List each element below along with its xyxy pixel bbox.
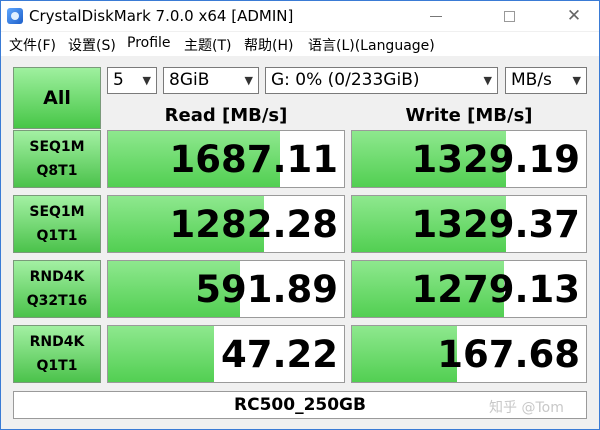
size-select[interactable]: 8GiB ▼ bbox=[163, 67, 259, 94]
read-value: 1282.28 bbox=[169, 203, 338, 246]
unit-value: MB/s bbox=[511, 70, 552, 90]
test-rnd4k-q32t16-button[interactable]: RND4K Q32T16 bbox=[13, 260, 101, 318]
write-value: 1279.13 bbox=[411, 268, 580, 311]
drive-value: G: 0% (0/233GiB) bbox=[271, 70, 420, 90]
main-panel: All 5 ▼ 8GiB ▼ G: 0% (0/233GiB) ▼ MB/s ▼… bbox=[1, 57, 599, 429]
minimize-button[interactable] bbox=[413, 1, 459, 31]
close-button[interactable]: ✕ bbox=[551, 1, 597, 31]
test-seq1m-q1t1-button[interactable]: SEQ1M Q1T1 bbox=[13, 195, 101, 253]
count-select[interactable]: 5 ▼ bbox=[107, 67, 157, 94]
write-header: Write [MB/s] bbox=[405, 105, 533, 126]
test-queue: Q1T1 bbox=[36, 358, 78, 374]
app-window: CrystalDiskMark 7.0.0 x64 [ADMIN] ✕ 文件(F… bbox=[0, 0, 600, 430]
chevron-down-icon: ▼ bbox=[244, 74, 253, 87]
test-queue: Q32T16 bbox=[26, 293, 88, 309]
write-value: 167.68 bbox=[437, 333, 580, 376]
disk-icon bbox=[7, 8, 23, 24]
close-icon: ✕ bbox=[566, 6, 582, 26]
read-result: 1687.11 bbox=[107, 130, 345, 188]
read-result: 591.89 bbox=[107, 260, 345, 318]
write-result: 167.68 bbox=[351, 325, 587, 383]
window-title: CrystalDiskMark 7.0.0 x64 [ADMIN] bbox=[29, 7, 294, 25]
unit-select[interactable]: MB/s ▼ bbox=[505, 67, 587, 94]
write-value: 1329.37 bbox=[411, 203, 580, 246]
test-rnd4k-q1t1-button[interactable]: RND4K Q1T1 bbox=[13, 325, 101, 383]
maximize-icon bbox=[503, 11, 515, 22]
menu-language[interactable]: 语言(L)(Language) bbox=[308, 35, 435, 55]
all-button[interactable]: All bbox=[13, 67, 101, 129]
menu-profile[interactable]: Profile bbox=[127, 35, 171, 51]
write-result: 1329.37 bbox=[351, 195, 587, 253]
test-name: SEQ1M bbox=[29, 204, 85, 220]
read-value: 1687.11 bbox=[169, 138, 338, 181]
test-name: SEQ1M bbox=[29, 139, 85, 155]
chevron-down-icon: ▼ bbox=[483, 74, 492, 87]
write-result: 1329.19 bbox=[351, 130, 587, 188]
test-seq1m-q8t1-button[interactable]: SEQ1M Q8T1 bbox=[13, 130, 101, 188]
size-value: 8GiB bbox=[169, 70, 210, 90]
watermark: 知乎 @Tom bbox=[489, 400, 564, 416]
read-result: 47.22 bbox=[107, 325, 345, 383]
test-name: RND4K bbox=[29, 334, 85, 350]
menu-bar: 文件(F) 设置(S) Profile 主题(T) 帮助(H) 语言(L)(La… bbox=[1, 32, 599, 56]
menu-help[interactable]: 帮助(H) bbox=[244, 35, 293, 55]
test-queue: Q8T1 bbox=[36, 163, 78, 179]
chevron-down-icon: ▼ bbox=[142, 74, 151, 87]
menu-file[interactable]: 文件(F) bbox=[9, 35, 56, 55]
title-bar[interactable]: CrystalDiskMark 7.0.0 x64 [ADMIN] ✕ bbox=[1, 1, 599, 31]
test-queue: Q1T1 bbox=[36, 228, 78, 244]
minimize-icon bbox=[430, 16, 442, 17]
chevron-down-icon: ▼ bbox=[572, 74, 581, 87]
read-bar bbox=[108, 326, 215, 382]
read-result: 1282.28 bbox=[107, 195, 345, 253]
maximize-button[interactable] bbox=[486, 1, 532, 31]
count-value: 5 bbox=[113, 70, 124, 90]
menu-theme[interactable]: 主题(T) bbox=[184, 35, 231, 55]
test-name: RND4K bbox=[29, 269, 85, 285]
write-result: 1279.13 bbox=[351, 260, 587, 318]
write-value: 1329.19 bbox=[411, 138, 580, 181]
read-value: 47.22 bbox=[220, 333, 338, 376]
drive-select[interactable]: G: 0% (0/233GiB) ▼ bbox=[265, 67, 498, 94]
menu-settings[interactable]: 设置(S) bbox=[68, 35, 116, 55]
read-header: Read [MB/s] bbox=[164, 105, 288, 126]
read-value: 591.89 bbox=[195, 268, 338, 311]
